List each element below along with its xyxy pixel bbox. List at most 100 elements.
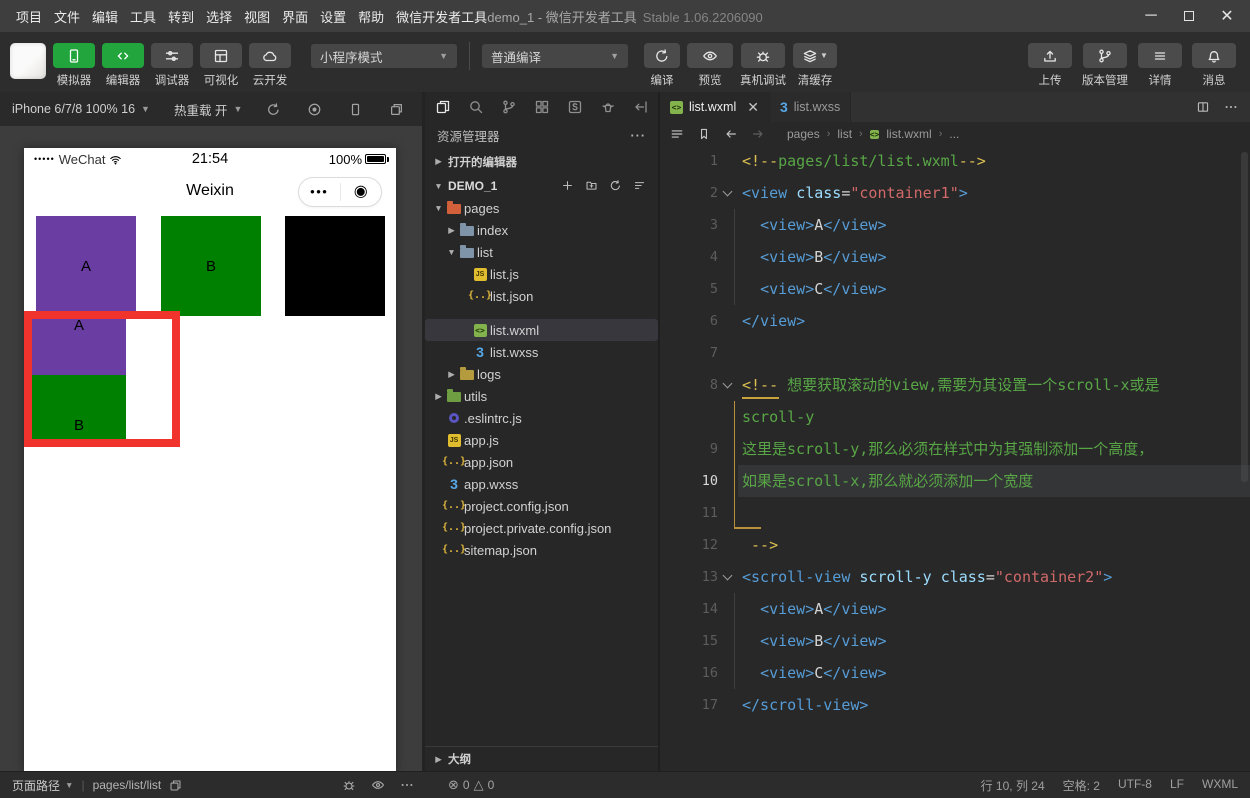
tree-item-utils[interactable]: ▶utils [425, 385, 658, 407]
phone-sm-icon[interactable] [348, 102, 363, 117]
editor-scrollbar[interactable] [1241, 152, 1248, 482]
page-path-select[interactable]: 页面路径 ▼ [12, 777, 73, 794]
menu-item-3[interactable]: 编辑 [86, 7, 124, 26]
menu-item-1[interactable]: 项目 [10, 7, 48, 26]
statusbar-item-2[interactable]: UTF-8 [1118, 777, 1152, 794]
refresh-icon[interactable] [266, 102, 281, 117]
tree-item-pages[interactable]: ▼pages [425, 197, 658, 219]
files-icon[interactable] [435, 99, 451, 115]
toolbar-button-云开发[interactable]: 云开发 [249, 32, 291, 88]
blocks-icon[interactable] [534, 99, 550, 115]
teapot-icon[interactable] [600, 99, 616, 115]
tab-list.wxss[interactable]: 3list.wxss [770, 92, 851, 122]
tree-item-list.wxss[interactable]: 3list.wxss [425, 341, 658, 363]
code-line-14[interactable]: 14 <view>A</view> [660, 593, 1250, 625]
breadcrumb-item[interactable]: list.wxml [886, 127, 931, 141]
statusbar-item-1[interactable]: 空格: 2 [1063, 777, 1100, 794]
bookmark-icon[interactable] [697, 127, 711, 141]
toolbar-button-模拟器[interactable]: 模拟器 [53, 32, 95, 88]
code-line-10[interactable]: 10如果是scroll-x,那么就必须添加一个宽度 [660, 465, 1250, 497]
tree-item-list.js[interactable]: JSlist.js [425, 263, 658, 285]
minimize-button[interactable]: ─ [1132, 0, 1170, 32]
toolbar-button-上传[interactable]: 上传 [1028, 32, 1072, 88]
split-icon[interactable] [1196, 100, 1210, 114]
device-select[interactable]: iPhone 6/7/8 100% 16▼ [12, 102, 150, 116]
tree-item-list.json[interactable]: {..}list.json [425, 285, 658, 307]
open-editors-section[interactable]: ▶ 打开的编辑器 [425, 149, 658, 174]
toolbar-button-预览[interactable]: 预览 [687, 32, 733, 88]
list-lines-icon[interactable] [670, 127, 684, 141]
more-button[interactable]: ••• [299, 178, 340, 206]
toolbar-button-清缓存[interactable]: ▼清缓存 [793, 32, 837, 88]
close-button[interactable]: ✕ [1208, 0, 1246, 32]
tree-item-list.wxml[interactable]: <>list.wxml [425, 319, 658, 341]
toolbar-button-编辑器[interactable]: 编辑器 [102, 32, 144, 88]
arrow-left-icon[interactable] [724, 127, 738, 141]
toolbar-button-真机调试[interactable]: 真机调试 [740, 32, 786, 88]
toolbar-button-编译[interactable]: 编译 [644, 32, 680, 88]
branch-icon[interactable] [501, 99, 517, 115]
tree-item-logs[interactable]: ▶logs [425, 363, 658, 385]
menu-item-5[interactable]: 转到 [162, 7, 200, 26]
toolbar-button-消息[interactable]: 消息 [1192, 32, 1236, 88]
toolbar-button-版本管理[interactable]: 版本管理 [1082, 32, 1128, 88]
toolbar-button-可视化[interactable]: 可视化 [200, 32, 242, 88]
refresh-icon[interactable] [609, 179, 622, 192]
tab-list.wxml[interactable]: <>list.wxml✕ [660, 92, 770, 122]
fold-chevron-icon[interactable] [723, 571, 733, 581]
plus-icon[interactable] [561, 179, 574, 192]
search-icon[interactable] [468, 99, 484, 115]
toolbar-button-详情[interactable]: 详情 [1138, 32, 1182, 88]
code-line-4[interactable]: 4 <view>B</view> [660, 241, 1250, 273]
statusbar-item-3[interactable]: LF [1170, 777, 1184, 794]
menu-item-7[interactable]: 视图 [238, 7, 276, 26]
tree-item-app.wxss[interactable]: 3app.wxss [425, 473, 658, 495]
eye-icon[interactable] [371, 778, 385, 792]
copy-icon[interactable] [169, 779, 182, 792]
code-line-8[interactable]: 8<!-- 想要获取滚动的view,需要为其设置一个scroll-x或是 [660, 369, 1250, 401]
mode-select[interactable]: 小程序模式▼ [311, 44, 457, 68]
scroll-view[interactable]: AB [24, 311, 180, 447]
tree-item-app.json[interactable]: {..}app.json [425, 451, 658, 473]
code-line-16[interactable]: 16 <view>C</view> [660, 657, 1250, 689]
code-line-13[interactable]: 13<scroll-view scroll-y class="container… [660, 561, 1250, 593]
tree-item-project.config.json[interactable]: {..}project.config.json [425, 495, 658, 517]
tree-item-list[interactable]: ▼list [425, 241, 658, 263]
tree-item-.eslintrc.js[interactable]: .eslintrc.js [425, 407, 658, 429]
dots-icon[interactable] [1224, 100, 1238, 114]
code-line-11[interactable]: 11 [660, 497, 1250, 529]
breadcrumb-item[interactable]: pages [787, 127, 820, 141]
tree-item-app.js[interactable]: JSapp.js [425, 429, 658, 451]
exit-button[interactable]: ◉ [341, 178, 382, 206]
hot-reload-select[interactable]: 热重载 开▼ [174, 100, 242, 119]
maximize-button[interactable] [1170, 0, 1208, 32]
fold-chevron-icon[interactable] [723, 379, 733, 389]
more-actions-icon[interactable]: ··· [631, 129, 647, 143]
code-line-17[interactable]: 17</scroll-view> [660, 689, 1250, 721]
problems-indicator[interactable]: ⊗ 0 △ 0 [448, 777, 494, 793]
project-root-row[interactable]: ▼ DEMO_1 [425, 174, 658, 197]
code-line-wrap[interactable]: scroll-y [660, 401, 1250, 433]
code-line-7[interactable]: 7 [660, 337, 1250, 369]
menu-item-2[interactable]: 文件 [48, 7, 86, 26]
collapse-all-icon[interactable] [633, 179, 646, 192]
menu-item-8[interactable]: 界面 [276, 7, 314, 26]
code-line-3[interactable]: 3 <view>A</view> [660, 209, 1250, 241]
tree-item-index[interactable]: ▶index [425, 219, 658, 241]
code-line-15[interactable]: 15 <view>B</view> [660, 625, 1250, 657]
menu-item-9[interactable]: 设置 [314, 7, 352, 26]
code-line-2[interactable]: 2<view class="container1"> [660, 177, 1250, 209]
tree-item-project.private.config.json[interactable]: {..}project.private.config.json [425, 517, 658, 539]
outline-section[interactable]: ▶ 大纲 [425, 746, 658, 771]
code-line-12[interactable]: 12 --> [660, 529, 1250, 561]
windows-icon[interactable] [389, 102, 404, 117]
code-line-6[interactable]: 6</view> [660, 305, 1250, 337]
code-line-5[interactable]: 5 <view>C</view> [660, 273, 1250, 305]
record-icon[interactable] [307, 102, 322, 117]
bug-icon[interactable] [342, 778, 356, 792]
menu-item-11[interactable]: 微信开发者工具 [390, 7, 493, 26]
arrow-right-icon[interactable] [751, 127, 765, 141]
dots-icon[interactable] [400, 778, 414, 792]
square-s-icon[interactable] [567, 99, 583, 115]
close-icon[interactable]: ✕ [747, 100, 759, 114]
